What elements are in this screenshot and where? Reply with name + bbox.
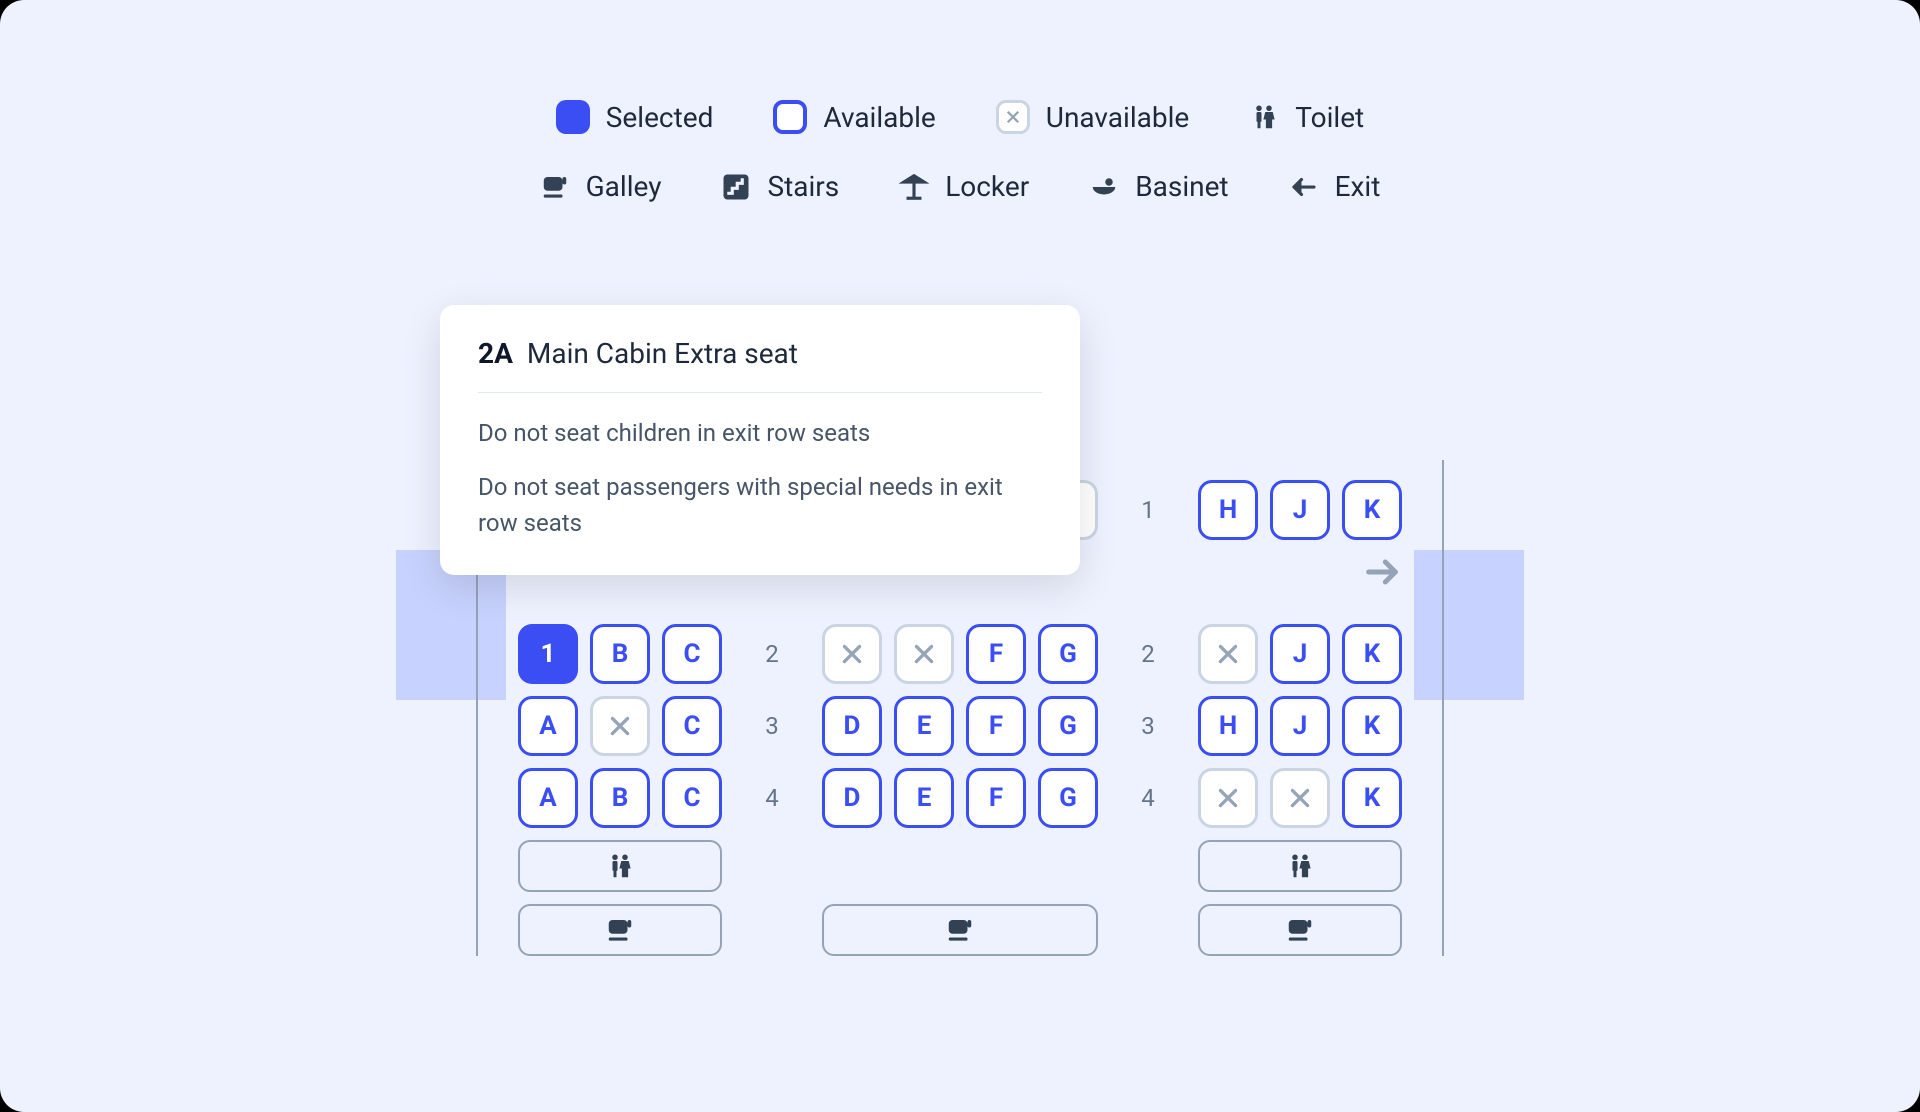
row-label: 2 <box>752 624 792 684</box>
seat-unavailable <box>590 696 650 756</box>
seat-block-right: HJK JK HJK K <box>1198 480 1402 956</box>
row-label: 2 <box>1128 624 1168 684</box>
legend-toilet: Toilet <box>1249 101 1364 134</box>
facility-toilet <box>1198 840 1402 892</box>
seat[interactable]: B <box>590 768 650 828</box>
seat[interactable]: C <box>662 624 722 684</box>
row-label: 1 <box>1128 480 1168 540</box>
seat-unavailable <box>894 624 954 684</box>
seat[interactable]: F <box>966 696 1026 756</box>
seat[interactable]: J <box>1270 696 1330 756</box>
seat[interactable]: E <box>894 768 954 828</box>
legend-exit: Exit <box>1289 170 1381 203</box>
seat[interactable]: D <box>822 768 882 828</box>
tooltip-seat-type: Main Cabin Extra seat <box>527 337 798 370</box>
seat[interactable]: F <box>966 624 1026 684</box>
row-labels-right: 1 2 3 4 <box>1128 480 1168 828</box>
tooltip-note: Do not seat children in exit row seats <box>478 415 1042 451</box>
basinet-icon <box>1089 172 1119 202</box>
seat[interactable]: G <box>1038 624 1098 684</box>
seat[interactable]: A <box>518 768 578 828</box>
seat-unavailable <box>1198 768 1258 828</box>
row-label: 4 <box>1128 768 1168 828</box>
locker-icon <box>899 172 929 202</box>
row-label: 3 <box>752 696 792 756</box>
seat[interactable]: D <box>822 696 882 756</box>
legend-selected: Selected <box>556 100 714 134</box>
legend-available: Available <box>773 100 935 134</box>
seat[interactable]: G <box>1038 768 1098 828</box>
seat[interactable]: H <box>1198 696 1258 756</box>
galley-icon <box>540 172 570 202</box>
seat[interactable]: K <box>1342 480 1402 540</box>
seat[interactable]: B <box>590 624 650 684</box>
exit-icon <box>1289 172 1319 202</box>
seat[interactable]: C <box>662 696 722 756</box>
legend-label: Exit <box>1335 170 1381 203</box>
toilet-icon <box>1249 102 1279 132</box>
seat-tooltip: 2A Main Cabin Extra seat Do not seat chi… <box>440 305 1080 575</box>
legend-stairs: Stairs <box>721 170 839 203</box>
row-label: 3 <box>1128 696 1168 756</box>
seat[interactable]: K <box>1342 768 1402 828</box>
seat[interactable]: 1 <box>518 624 578 684</box>
exit-arrow-icon <box>1362 552 1402 592</box>
seat[interactable]: K <box>1342 696 1402 756</box>
seat[interactable]: E <box>894 696 954 756</box>
seat[interactable]: G <box>1038 696 1098 756</box>
legend-label: Unavailable <box>1046 101 1189 134</box>
legend-galley: Galley <box>540 170 662 203</box>
seat[interactable]: J <box>1270 624 1330 684</box>
seat[interactable]: J <box>1270 480 1330 540</box>
legend-unavailable: Unavailable <box>996 100 1189 134</box>
legend-label: Locker <box>945 170 1029 203</box>
seat[interactable]: C <box>662 768 722 828</box>
tooltip-seat-code: 2A <box>478 337 513 370</box>
tooltip-note: Do not seat passengers with special need… <box>478 469 1042 541</box>
facility-galley <box>822 904 1098 956</box>
legend-label: Toilet <box>1295 101 1364 134</box>
facility-galley <box>1198 904 1402 956</box>
facility-galley <box>518 904 722 956</box>
seat[interactable]: A <box>518 696 578 756</box>
legend-label: Stairs <box>767 170 839 203</box>
facility-toilet <box>518 840 722 892</box>
legend-label: Galley <box>586 170 662 203</box>
row-label: 4 <box>752 768 792 828</box>
available-swatch <box>773 100 807 134</box>
legend-label: Available <box>823 101 935 134</box>
seat-unavailable <box>822 624 882 684</box>
legend: Selected Available Unavailable Toilet <box>0 100 1920 203</box>
selected-swatch <box>556 100 590 134</box>
legend-basinet: Basinet <box>1089 170 1228 203</box>
legend-label: Selected <box>606 101 714 134</box>
stairs-icon <box>721 172 751 202</box>
legend-locker: Locker <box>899 170 1029 203</box>
unavailable-swatch <box>996 100 1030 134</box>
legend-label: Basinet <box>1135 170 1228 203</box>
seat-unavailable <box>1198 624 1258 684</box>
seat[interactable]: H <box>1198 480 1258 540</box>
seat[interactable]: K <box>1342 624 1402 684</box>
seat-unavailable <box>1270 768 1330 828</box>
seat[interactable]: F <box>966 768 1026 828</box>
